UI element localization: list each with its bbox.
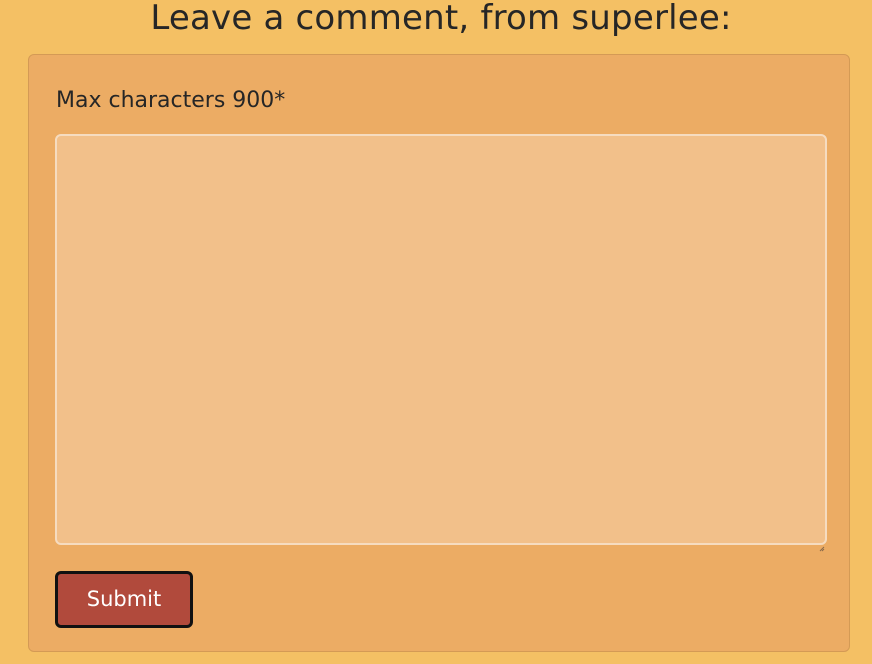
comment-form-card: Max characters 900* Submit — [28, 54, 850, 652]
comment-label: Max characters 900* — [56, 88, 286, 113]
comment-textarea[interactable] — [55, 134, 827, 545]
page-title: Leave a comment, from superlee: — [150, 0, 732, 38]
resize-handle-icon[interactable] — [819, 537, 825, 552]
submit-button[interactable]: Submit — [55, 571, 193, 628]
